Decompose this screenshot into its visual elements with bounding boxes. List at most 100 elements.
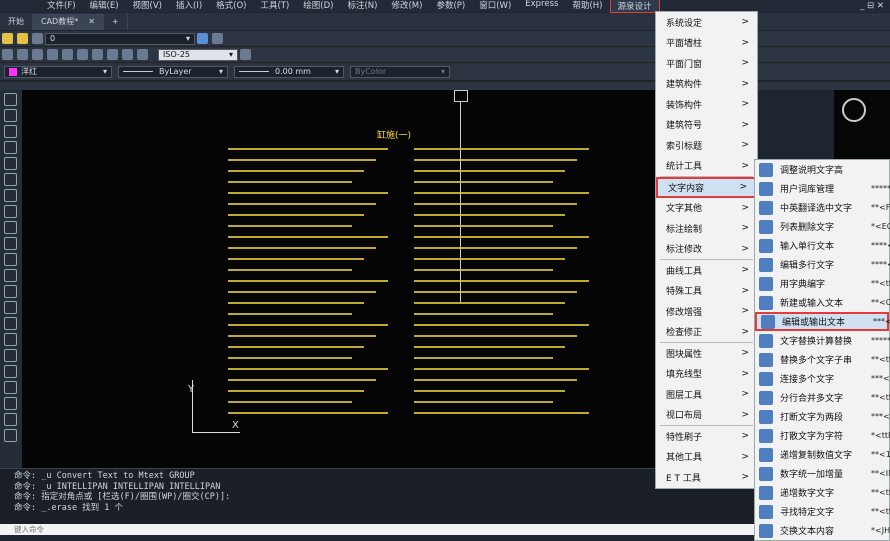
drawing-canvas[interactable]: 缸施(一) Y X [22, 90, 657, 468]
radius-dim-icon[interactable] [47, 49, 58, 60]
draw-tool-icon[interactable] [4, 141, 17, 154]
tab-start[interactable]: 开始 [0, 13, 33, 30]
draw-tool-icon[interactable] [4, 237, 17, 250]
draw-tool-icon[interactable] [4, 397, 17, 410]
draw-tool-icon[interactable] [4, 157, 17, 170]
draw-tool-icon[interactable] [4, 301, 17, 314]
menu-item[interactable]: E T 工具 > [656, 467, 757, 488]
lock-icon[interactable] [32, 33, 43, 44]
layer-state-icon[interactable] [2, 33, 13, 44]
menu-item[interactable]: 特殊工具 > [656, 281, 757, 302]
menu-item[interactable]: 平面门窗 > [656, 53, 757, 74]
menu-item[interactable]: 源泉设计 [609, 0, 660, 13]
tolerance-icon[interactable] [107, 49, 118, 60]
menu-item[interactable]: 文字内容 > [656, 177, 757, 198]
angular-dim-icon[interactable] [62, 49, 73, 60]
layer-select[interactable]: 0 ▾ [45, 32, 195, 45]
menu-item[interactable]: 特性刷子 > [656, 426, 757, 447]
draw-tool-icon[interactable] [4, 221, 17, 234]
color-select[interactable]: 洋红 ▾ [4, 65, 112, 78]
lineweight-select[interactable]: 0.00 mm ▾ [234, 65, 344, 78]
menu-item[interactable]: 标注绘制 > [656, 218, 757, 239]
draw-tool-icon[interactable] [4, 93, 17, 106]
menu-item[interactable]: 标注(N) [340, 0, 384, 13]
submenu-item[interactable]: 递增复制数值文字 **<1234> [755, 445, 890, 464]
draw-tool-icon[interactable] [4, 253, 17, 266]
menu-item[interactable]: Express [518, 0, 565, 13]
submenu-item[interactable]: 寻找特定文字 **<ttF> [755, 502, 890, 521]
submenu-item[interactable]: 用户词库管理 *****<DIC> [755, 179, 890, 198]
submenu-item[interactable]: 打散文字为字符 *<ttBB> [755, 426, 890, 445]
menu-item[interactable]: 视图(V) [126, 0, 169, 13]
submenu-item[interactable]: 交换文本内容 *<JH> [755, 521, 890, 540]
submenu-item[interactable]: 数字统一加增量 **<INC> [755, 464, 890, 483]
layer-manager-icon[interactable] [197, 33, 208, 44]
submenu-item[interactable]: 输入单行文本 ****<tt> [755, 236, 890, 255]
draw-tool-icon[interactable] [4, 429, 17, 442]
menu-item[interactable]: 格式(O) [209, 0, 253, 13]
menu-item[interactable]: 修改增强 > [656, 301, 757, 322]
submenu-item[interactable]: 新建或输入文本 **<CTT> [755, 293, 890, 312]
draw-tool-icon[interactable] [4, 349, 17, 362]
menu-item[interactable]: 窗口(W) [472, 0, 518, 13]
menu-item[interactable]: 工具(T) [253, 0, 296, 13]
submenu-item[interactable]: 递增数字文字 **<ttZ> [755, 483, 890, 502]
submenu-item[interactable]: 文字替换计算替换 *****<ttR> [755, 331, 890, 350]
menu-item[interactable]: 其他工具 > [656, 447, 757, 468]
submenu-item[interactable]: 调整说明文字高 [755, 160, 889, 179]
menu-item[interactable]: 帮助(H) [565, 0, 609, 13]
menu-item[interactable]: 参数(P) [429, 0, 472, 13]
add-tab-button[interactable]: + [104, 13, 128, 30]
menu-item[interactable]: 编辑(E) [83, 0, 126, 13]
window-controls[interactable]: _ ⊟ ✕ [860, 1, 890, 11]
menu-item[interactable]: 文件(F) [40, 0, 83, 13]
close-icon[interactable]: ✕ [88, 17, 95, 26]
submenu-item[interactable]: 用字典编字 **<ttG> [755, 274, 890, 293]
submenu-item[interactable]: 编辑或输出文本 ***<CED> [755, 312, 890, 331]
arc-dim-icon[interactable] [32, 49, 43, 60]
linetype-select[interactable]: ByLayer ▾ [118, 65, 228, 78]
linear-dim-icon[interactable] [2, 49, 13, 60]
menu-item[interactable]: 图块属性 > [656, 343, 757, 364]
dim-edit-icon[interactable] [137, 49, 148, 60]
submenu-item[interactable]: 替换多个文字子串 **<ttRS> [755, 350, 890, 369]
submenu-item[interactable]: 打断文字为两段 ***<ttB> [755, 407, 890, 426]
draw-tool-icon[interactable] [4, 125, 17, 138]
dim-style-icon[interactable] [240, 49, 251, 60]
menu-item[interactable]: 平面墙柱 > [656, 33, 757, 54]
submenu-item[interactable]: 分行合并多文字 **<ttY> [755, 388, 890, 407]
menu-item[interactable]: 修改(M) [384, 0, 429, 13]
submenu-item[interactable]: 编辑多行文字 ****<ttE> [755, 255, 890, 274]
sun-icon[interactable] [17, 33, 28, 44]
menu-item[interactable]: 标注修改 > [656, 239, 757, 260]
menu-item[interactable]: 建筑构件 > [656, 74, 757, 95]
menu-item[interactable]: 装饰构件 > [656, 94, 757, 115]
draw-tool-icon[interactable] [4, 413, 17, 426]
menu-item[interactable]: 视口布局 > [656, 405, 757, 426]
draw-tool-icon[interactable] [4, 317, 17, 330]
plotstyle-select[interactable]: ByColor ▾ [350, 65, 450, 78]
draw-tool-icon[interactable] [4, 365, 17, 378]
menu-item[interactable]: 系统设定 > [656, 12, 757, 33]
viewcube-icon[interactable] [842, 98, 866, 122]
draw-tool-icon[interactable] [4, 205, 17, 218]
menu-item[interactable]: 插入(I) [169, 0, 209, 13]
aligned-dim-icon[interactable] [17, 49, 28, 60]
draw-tool-icon[interactable] [4, 109, 17, 122]
draw-tool-icon[interactable] [4, 173, 17, 186]
menu-item[interactable]: 文字其他 > [656, 198, 757, 219]
menu-item[interactable]: 统计工具 > [656, 156, 757, 177]
draw-tool-icon[interactable] [4, 269, 17, 282]
menu-item[interactable]: 索引标题 > [656, 135, 757, 156]
draw-tool-icon[interactable] [4, 333, 17, 346]
continue-dim-icon[interactable] [92, 49, 103, 60]
submenu-item[interactable]: 中英翻译选中文字 **<FY> [755, 198, 890, 217]
menu-item[interactable]: 填充线型 > [656, 364, 757, 385]
draw-tool-icon[interactable] [4, 285, 17, 298]
submenu-item[interactable]: 连接多个文字 ***<ttA> [755, 369, 890, 388]
menu-item[interactable]: 曲线工具 > [656, 260, 757, 281]
menu-item[interactable]: 建筑符号 > [656, 115, 757, 136]
draw-tool-icon[interactable] [4, 381, 17, 394]
draw-tool-icon[interactable] [4, 189, 17, 202]
menu-item[interactable]: 检查修正 > [656, 322, 757, 343]
